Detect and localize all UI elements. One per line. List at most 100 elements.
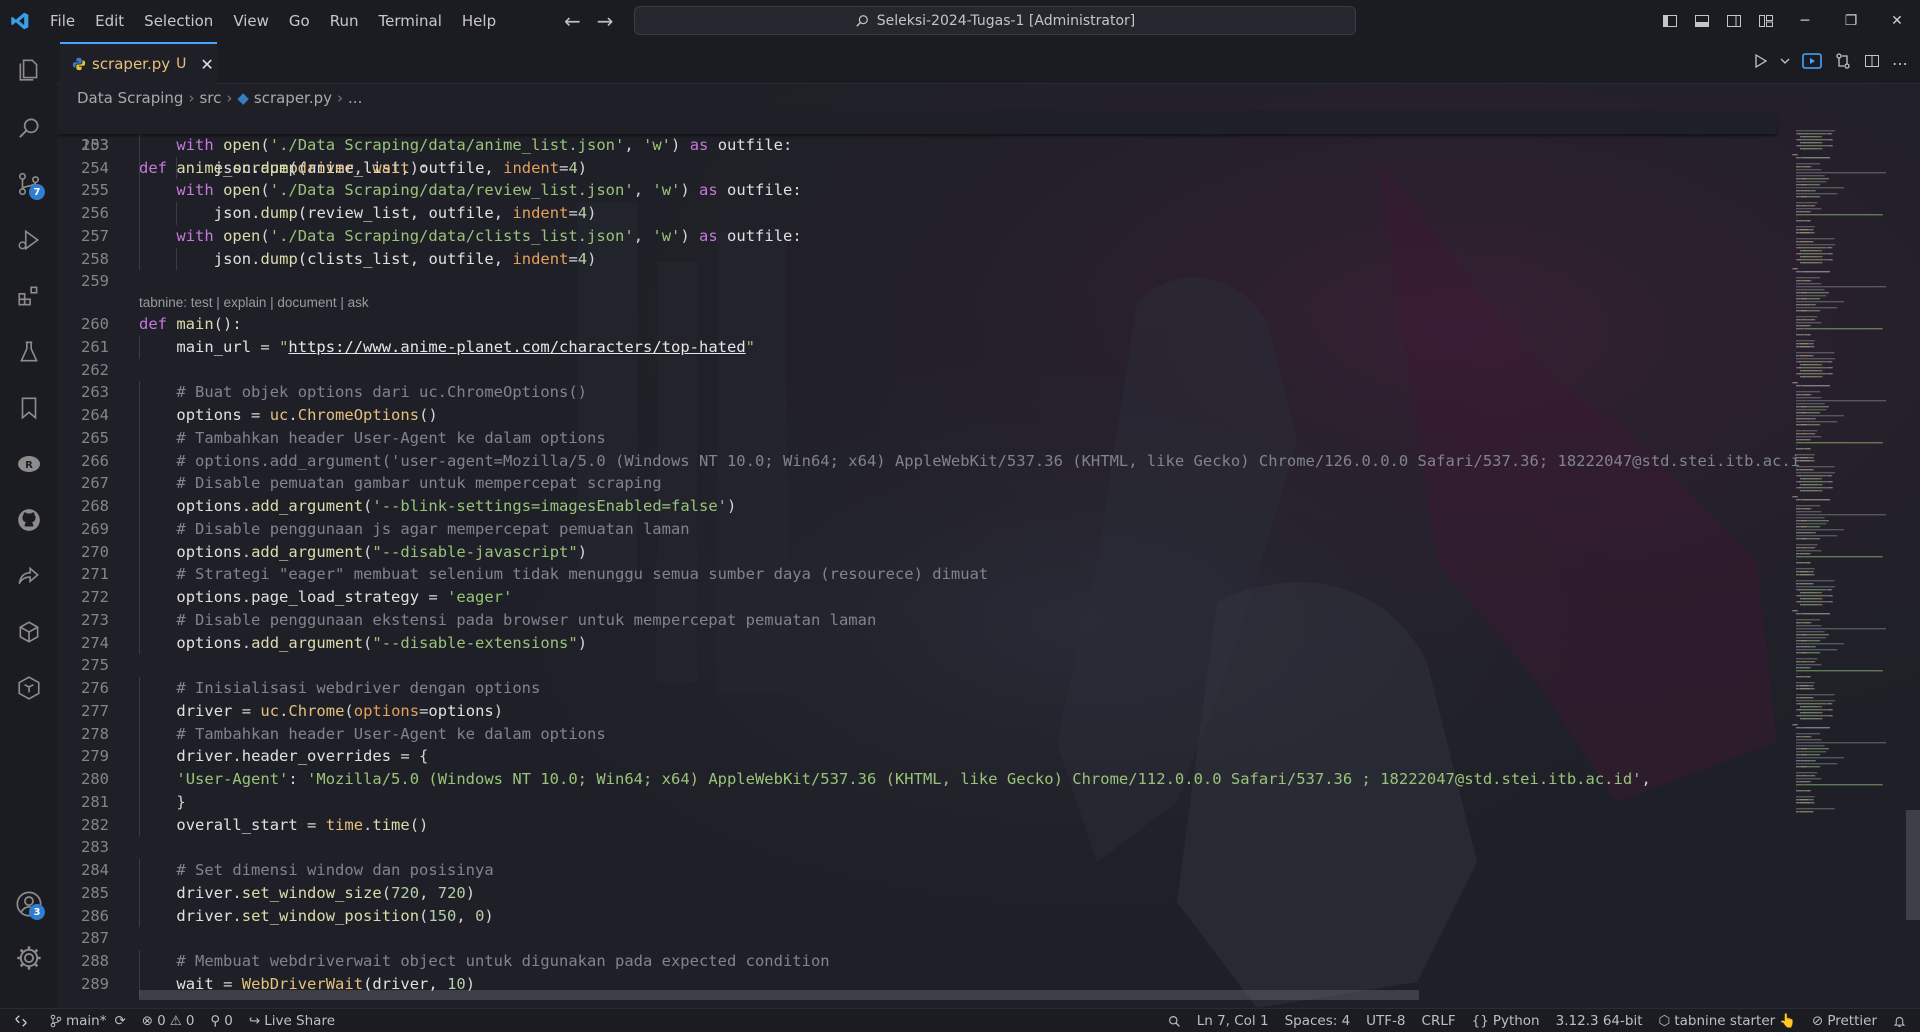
code-line[interactable]: 265 # Tambahkan header User-Agent ke dala…: [57, 426, 1777, 450]
command-center-search[interactable]: Seleksi-2024-Tugas-1 [Administrator]: [634, 6, 1356, 35]
python-interpreter[interactable]: 3.12.3 64-bit: [1548, 1009, 1651, 1032]
code-line[interactable]: 263 # Buat objek options dari uc.ChromeOp…: [57, 381, 1777, 404]
toggle-panel-icon[interactable]: [1686, 0, 1718, 42]
ports-status[interactable]: ⚲ 0: [202, 1009, 240, 1032]
remote-indicator-icon[interactable]: [0, 1009, 42, 1032]
vertical-scrollbar[interactable]: [1906, 110, 1920, 1008]
container-icon[interactable]: [0, 608, 57, 656]
code-line[interactable]: 278 # Tambahkan header User-Agent ke dala…: [57, 722, 1777, 746]
eol-status[interactable]: CRLF: [1414, 1009, 1464, 1032]
minimize-button[interactable]: ─: [1782, 0, 1828, 42]
forward-arrow-icon[interactable]: →: [597, 9, 614, 33]
code-line[interactable]: 256 json.dump(review_list, outfile, inden…: [57, 202, 1777, 225]
zoom-icon[interactable]: [1160, 1009, 1189, 1032]
accounts-icon[interactable]: 3: [0, 880, 57, 928]
tabnine-status[interactable]: ⬡ tabnine starter 👆: [1651, 1009, 1805, 1032]
code-line[interactable]: 273 # Disable penggunaan ekstensi pada br…: [57, 608, 1777, 632]
code-line[interactable]: 282 overall_start = time.time(): [57, 813, 1777, 837]
code-line[interactable]: 275: [57, 654, 1777, 677]
customize-layout-icon[interactable]: [1750, 0, 1782, 42]
code-line[interactable]: 276 # Inisialisasi webdriver dengan optio…: [57, 677, 1777, 700]
toggle-primary-sidebar-icon[interactable]: [1654, 0, 1686, 42]
restore-button[interactable]: ❐: [1828, 0, 1874, 42]
code-line[interactable]: 266 # options.add_argument('user-agent=Mo…: [57, 449, 1800, 473]
problems-status[interactable]: ⊗ 0 ⚠ 0: [134, 1009, 203, 1032]
branch-status[interactable]: main* ⟳: [42, 1009, 134, 1032]
menu-terminal[interactable]: Terminal: [369, 0, 452, 42]
code-line[interactable]: 260 def main():: [57, 313, 1777, 336]
run-debug-icon[interactable]: [0, 216, 57, 264]
prettier-status[interactable]: ⊘ Prettier: [1804, 1009, 1885, 1032]
code-line[interactable]: 257 with open('./Data Scraping/data/clist…: [57, 224, 1777, 248]
tabnine-codelens[interactable]: tabnine: test | explain | document | ask: [57, 293, 1777, 313]
code-line[interactable]: 280 'User-Agent': 'Mozilla/5.0 (Windows N…: [57, 768, 1777, 791]
sync-icon[interactable]: ⟳: [114, 1013, 125, 1029]
menu-view[interactable]: View: [223, 0, 279, 42]
language-mode[interactable]: {} Python: [1464, 1009, 1548, 1032]
vertical-scroll-thumb[interactable]: [1906, 810, 1920, 920]
code-line[interactable]: 288 # Membuat webdriverwait object untuk …: [57, 950, 1777, 973]
split-editor-icon[interactable]: [1864, 53, 1880, 73]
search-icon[interactable]: [0, 104, 57, 152]
code-line[interactable]: 269 # Disable penggunaan js agar memperce…: [57, 517, 1777, 541]
run-dropdown-chevron-icon[interactable]: [1780, 53, 1790, 73]
code-line[interactable]: 259: [57, 270, 1777, 293]
indentation-status[interactable]: Spaces: 4: [1277, 1009, 1359, 1032]
code-editor[interactable]: 252# Menyimpan semua informasi anime, re…: [57, 111, 1800, 996]
code-line[interactable]: 284 # Set dimensi window dan posisinya: [57, 859, 1777, 882]
breadcrumb-item[interactable]: ...: [348, 89, 362, 107]
breadcrumb-item[interactable]: Data Scraping: [77, 89, 183, 107]
code-line[interactable]: 272 options.page_load_strategy = 'eager': [57, 586, 1777, 609]
more-actions-icon[interactable]: ⋯: [1892, 54, 1908, 73]
extensions-icon[interactable]: [0, 272, 57, 320]
notifications-bell-icon[interactable]: [1885, 1009, 1914, 1032]
preview-icon[interactable]: [1802, 52, 1822, 74]
code-line[interactable]: 277 driver = uc.Chrome(options=options): [57, 699, 1777, 723]
code-line[interactable]: 287: [57, 927, 1777, 950]
code-line[interactable]: 268 options.add_argument('--blink-setting…: [57, 495, 1777, 518]
code-line[interactable]: 267 # Disable pemuatan gambar untuk mempe…: [57, 472, 1777, 495]
tab-close-icon[interactable]: ✕: [200, 55, 213, 74]
code-line[interactable]: 258 json.dump(clists_list, outfile, inden…: [57, 247, 1777, 271]
settings-gear-icon[interactable]: [0, 934, 57, 982]
code-line[interactable]: 264 options = uc.ChromeOptions(): [57, 404, 1777, 427]
code-line[interactable]: 281}: [57, 790, 1777, 814]
back-arrow-icon[interactable]: ←: [564, 9, 581, 33]
breadcrumb-item[interactable]: src: [199, 89, 221, 107]
sticky-scroll-header[interactable]: 103 def anime_scrape(driver, wait):: [57, 111, 1777, 177]
source-control-icon[interactable]: 7: [0, 160, 57, 208]
live-share-status[interactable]: ↪ Live Share: [241, 1009, 343, 1032]
code-line[interactable]: 270 options.add_argument("--disable-javas…: [57, 540, 1777, 564]
code-line[interactable]: 261 main_url = "https://www.anime-planet.…: [57, 335, 1777, 359]
bookmarks-icon[interactable]: [0, 384, 57, 432]
testing-icon[interactable]: [0, 328, 57, 376]
docker-icon[interactable]: [0, 664, 57, 712]
minimap[interactable]: [1786, 110, 1896, 1008]
code-line[interactable]: 286 driver.set_window_position(150, 0): [57, 904, 1777, 928]
github-icon[interactable]: [0, 496, 57, 544]
live-share-icon[interactable]: [0, 552, 57, 600]
compare-changes-icon[interactable]: [1834, 52, 1852, 74]
menu-go[interactable]: Go: [279, 0, 320, 42]
menu-edit[interactable]: Edit: [85, 0, 134, 42]
code-line[interactable]: 253 with open('./Data Scraping/data/anime…: [57, 133, 1777, 157]
code-line[interactable]: 283: [57, 836, 1777, 859]
encoding-status[interactable]: UTF-8: [1358, 1009, 1413, 1032]
breadcrumb-item[interactable]: scraper.py: [254, 89, 332, 107]
menu-help[interactable]: Help: [452, 0, 506, 42]
cursor-position[interactable]: Ln 7, Col 1: [1189, 1009, 1277, 1032]
menu-selection[interactable]: Selection: [134, 0, 223, 42]
tab-scraper-py[interactable]: scraper.py U ✕: [60, 42, 217, 84]
code-line[interactable]: 271 # Strategi "eager" membuat selenium t…: [57, 563, 1777, 586]
menu-file[interactable]: File: [40, 0, 85, 42]
code-line[interactable]: 285 driver.set_window_size(720, 720): [57, 881, 1777, 905]
remote-icon[interactable]: R: [0, 440, 57, 488]
close-window-button[interactable]: ✕: [1874, 0, 1920, 42]
code-line[interactable]: 274 options.add_argument("--disable-exten…: [57, 631, 1777, 655]
toggle-secondary-sidebar-icon[interactable]: [1718, 0, 1750, 42]
code-line[interactable]: 262: [57, 359, 1777, 382]
horizontal-scrollbar[interactable]: [139, 990, 1419, 1000]
code-line[interactable]: 255 with open('./Data Scraping/data/revie…: [57, 179, 1777, 202]
explorer-icon[interactable]: [0, 46, 57, 94]
run-python-file-icon[interactable]: [1752, 53, 1768, 73]
